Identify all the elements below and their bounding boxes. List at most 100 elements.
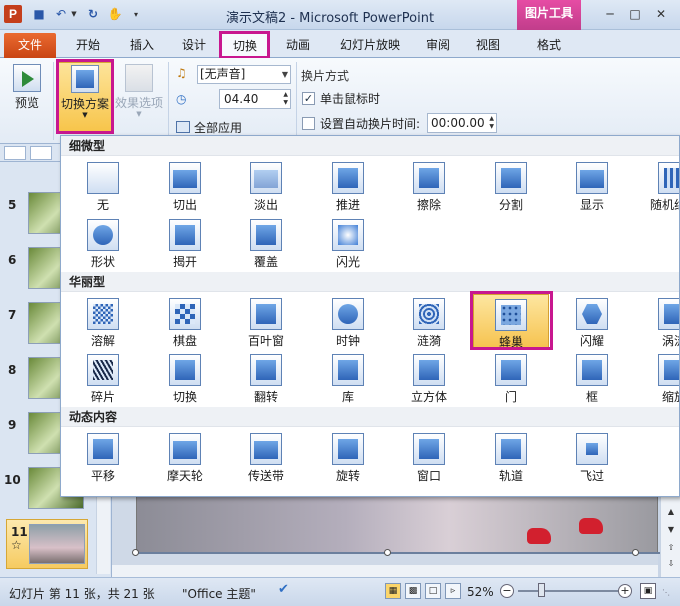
tab-insert[interactable]: 插入 <box>120 33 164 58</box>
sound-select[interactable]: [无声音] ▼ <box>197 65 291 84</box>
tab-outline-panel[interactable] <box>30 146 52 160</box>
zoom-out-button[interactable]: − <box>500 584 514 598</box>
next-slide-icon[interactable]: ⇩ <box>664 559 678 571</box>
resize-handle[interactable] <box>132 549 139 556</box>
redo-icon[interactable]: ↻ <box>84 5 102 23</box>
close-button[interactable]: ✕ <box>650 5 672 23</box>
transition-pan[interactable]: 平移 <box>65 429 141 485</box>
transition-flash[interactable]: 闪光 <box>310 215 386 271</box>
transition-fly-through[interactable]: 飞过 <box>554 429 630 485</box>
resize-handle[interactable] <box>632 549 639 556</box>
touch-mode-icon[interactable]: ✋ <box>106 5 124 23</box>
transition-shred[interactable]: 碎片 <box>65 350 141 406</box>
transition-box-icon <box>576 354 608 386</box>
gallery-section-subtle: 细微型 <box>61 136 679 156</box>
spin-down-icon[interactable]: ▼ <box>489 123 494 131</box>
transition-orbit[interactable]: 轨道 <box>473 429 549 485</box>
spin-down-icon[interactable]: ▼ <box>283 99 288 107</box>
previous-slide-icon[interactable]: ⇧ <box>664 543 678 555</box>
minimize-button[interactable]: ─ <box>599 5 621 23</box>
transition-gallery-icon <box>332 354 364 386</box>
powerpoint-logo-icon[interactable]: P <box>4 5 22 23</box>
customize-qat-icon[interactable]: ▾ <box>130 5 142 23</box>
transition-rotate[interactable]: 旋转 <box>310 429 386 485</box>
transition-clock[interactable]: 时钟 <box>310 294 386 350</box>
transition-dissolve[interactable]: 溶解 <box>65 294 141 350</box>
tab-transitions[interactable]: 切换 <box>221 33 269 59</box>
slideshow-view-button[interactable]: ▹ <box>445 583 461 599</box>
transition-cut[interactable]: 切出 <box>147 158 223 214</box>
transition-cover[interactable]: 覆盖 <box>228 215 304 271</box>
transition-push[interactable]: 推进 <box>310 158 386 214</box>
transition-shape[interactable]: 形状 <box>65 215 141 271</box>
slide-thumbnail-current[interactable]: 11 ☆ <box>6 519 88 569</box>
transition-flip[interactable]: 翻转 <box>228 350 304 406</box>
on-click-checkbox[interactable]: ✓ <box>302 92 315 105</box>
theme-status[interactable]: "Office 主题" <box>182 585 256 602</box>
maximize-button[interactable]: □ <box>624 5 646 23</box>
transition-switch[interactable]: 切换 <box>147 350 223 406</box>
transition-random-bars[interactable]: 随机线条 <box>636 158 679 214</box>
reading-view-button[interactable]: □ <box>425 583 441 599</box>
transition-split[interactable]: 分割 <box>473 158 549 214</box>
slide-sorter-button[interactable]: ▩ <box>405 583 421 599</box>
undo-dropdown-icon[interactable]: ▼ <box>70 5 78 23</box>
save-icon[interactable]: ■ <box>30 5 48 23</box>
tab-slides-panel[interactable] <box>4 146 26 160</box>
transition-cube[interactable]: 立方体 <box>391 350 467 406</box>
tab-format[interactable]: 格式 <box>522 33 576 58</box>
transition-doors[interactable]: 门 <box>473 350 549 406</box>
transition-zoom[interactable]: 缩放 <box>636 350 679 406</box>
chevron-down-icon: ▼ <box>281 70 288 79</box>
duration-input[interactable]: 04.40 ▲ ▼ <box>219 89 291 109</box>
transition-conveyor[interactable]: 传送带 <box>228 429 304 485</box>
tab-view[interactable]: 视图 <box>468 33 508 58</box>
tab-design[interactable]: 设计 <box>174 33 214 58</box>
tab-review[interactable]: 审阅 <box>418 33 458 58</box>
zoom-in-button[interactable]: + <box>618 584 632 598</box>
transition-vortex[interactable]: 涡流 <box>636 294 679 350</box>
fit-to-window-button[interactable]: ▣ <box>640 583 656 599</box>
transition-blinds[interactable]: 百叶窗 <box>228 294 304 350</box>
transition-honeycomb[interactable]: 蜂巢 <box>473 294 549 350</box>
spell-check-icon[interactable]: ✔ <box>278 582 296 600</box>
horizontal-scrollbar[interactable] <box>112 565 658 577</box>
spin-up-icon[interactable]: ▲ <box>283 91 288 99</box>
transition-reveal[interactable]: 显示 <box>554 158 630 214</box>
transition-none[interactable]: 无 <box>65 158 141 214</box>
effect-options-button[interactable]: 效果选项 ▼ <box>114 62 164 132</box>
normal-view-button[interactable]: ▦ <box>385 583 401 599</box>
transition-box[interactable]: 框 <box>554 350 630 406</box>
tab-animations[interactable]: 动画 <box>278 33 318 58</box>
auto-advance-time-input[interactable]: 00:00.00 ▲ ▼ <box>427 113 497 133</box>
zoom-level[interactable]: 52% <box>467 585 494 599</box>
preview-button[interactable]: 预览 <box>6 62 48 122</box>
vertical-scrollbar[interactable]: ▲ ▼ ⇧ ⇩ <box>660 497 680 577</box>
transition-fade[interactable]: 淡出 <box>228 158 304 214</box>
tab-file[interactable]: 文件 <box>4 33 56 58</box>
transition-glitter[interactable]: 闪耀 <box>554 294 630 350</box>
transition-gallery[interactable]: 库 <box>310 350 386 406</box>
transition-scheme-button[interactable]: 切换方案 ▼ <box>58 62 112 132</box>
resize-handle[interactable] <box>384 549 391 556</box>
transition-wipe[interactable]: 擦除 <box>391 158 467 214</box>
transition-uncover[interactable]: 揭开 <box>147 215 223 271</box>
transition-window[interactable]: 窗口 <box>391 429 467 485</box>
scroll-down-icon[interactable]: ▼ <box>664 525 678 537</box>
scroll-up-icon[interactable]: ▲ <box>664 507 678 519</box>
picture-tools-header: 图片工具 <box>517 0 581 30</box>
transition-ripple[interactable]: 涟漪 <box>391 294 467 350</box>
zoom-slider-thumb[interactable] <box>538 583 545 597</box>
transition-checkerboard[interactable]: 棋盘 <box>147 294 223 350</box>
resize-grip-icon[interactable]: ⋱ <box>662 588 674 600</box>
undo-icon[interactable]: ↶ <box>52 5 70 23</box>
slide-number: 6 <box>8 253 17 267</box>
apply-all-button[interactable]: 全部应用 <box>176 118 296 136</box>
auto-advance-checkbox[interactable] <box>302 117 315 130</box>
spin-up-icon[interactable]: ▲ <box>489 115 494 123</box>
zoom-slider[interactable] <box>518 590 618 592</box>
transition-ferris-wheel[interactable]: 摩天轮 <box>147 429 223 485</box>
tab-home[interactable]: 开始 <box>66 33 110 58</box>
tab-slideshow[interactable]: 幻灯片放映 <box>330 33 410 58</box>
gallery-section-dynamic: 动态内容 <box>61 407 679 427</box>
